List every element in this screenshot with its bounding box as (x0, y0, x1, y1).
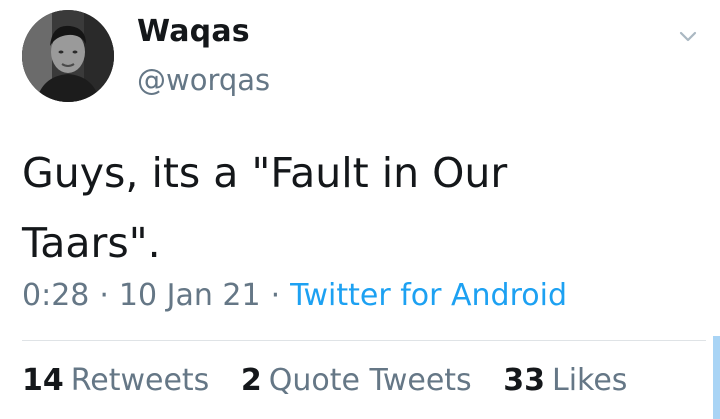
likes-label: Likes (551, 363, 628, 398)
divider (22, 340, 706, 341)
tweet-text-line-1: Guys, its a "Fault in Our (22, 149, 508, 197)
quote-tweets-count: 2 (240, 363, 262, 398)
tweet-stats: 14 Retweets 2 Quote Tweets 33 Likes (22, 363, 649, 398)
scrollbar[interactable] (713, 336, 720, 419)
tweet-date[interactable]: 10 Jan 21 (119, 278, 261, 313)
chevron-down-icon[interactable] (676, 24, 700, 48)
display-name[interactable]: Waqas (137, 14, 250, 49)
meta-separator: · (270, 278, 281, 313)
retweets-label: Retweets (70, 363, 210, 398)
tweet-meta: 0:28 · 10 Jan 21 · Twitter for Android (22, 278, 567, 313)
tweet-time[interactable]: 0:28 (22, 278, 89, 313)
likes-count: 33 (503, 363, 545, 398)
tweet-source-link[interactable]: Twitter for Android (290, 278, 567, 313)
quote-tweets-stat[interactable]: 2 Quote Tweets (241, 363, 472, 398)
meta-separator: · (99, 278, 109, 313)
quote-tweets-label: Quote Tweets (268, 363, 472, 398)
retweets-stat[interactable]: 14 Retweets (22, 363, 209, 398)
retweets-count: 14 (22, 363, 64, 398)
user-handle[interactable]: @worqas (137, 63, 270, 97)
avatar[interactable] (22, 10, 114, 102)
tweet-text: Guys, its a "Fault in Our Taars". (22, 138, 682, 278)
tweet-text-line-2: Taars". (22, 219, 161, 267)
profile-photo-icon (22, 10, 114, 102)
likes-stat[interactable]: 33 Likes (503, 363, 627, 398)
